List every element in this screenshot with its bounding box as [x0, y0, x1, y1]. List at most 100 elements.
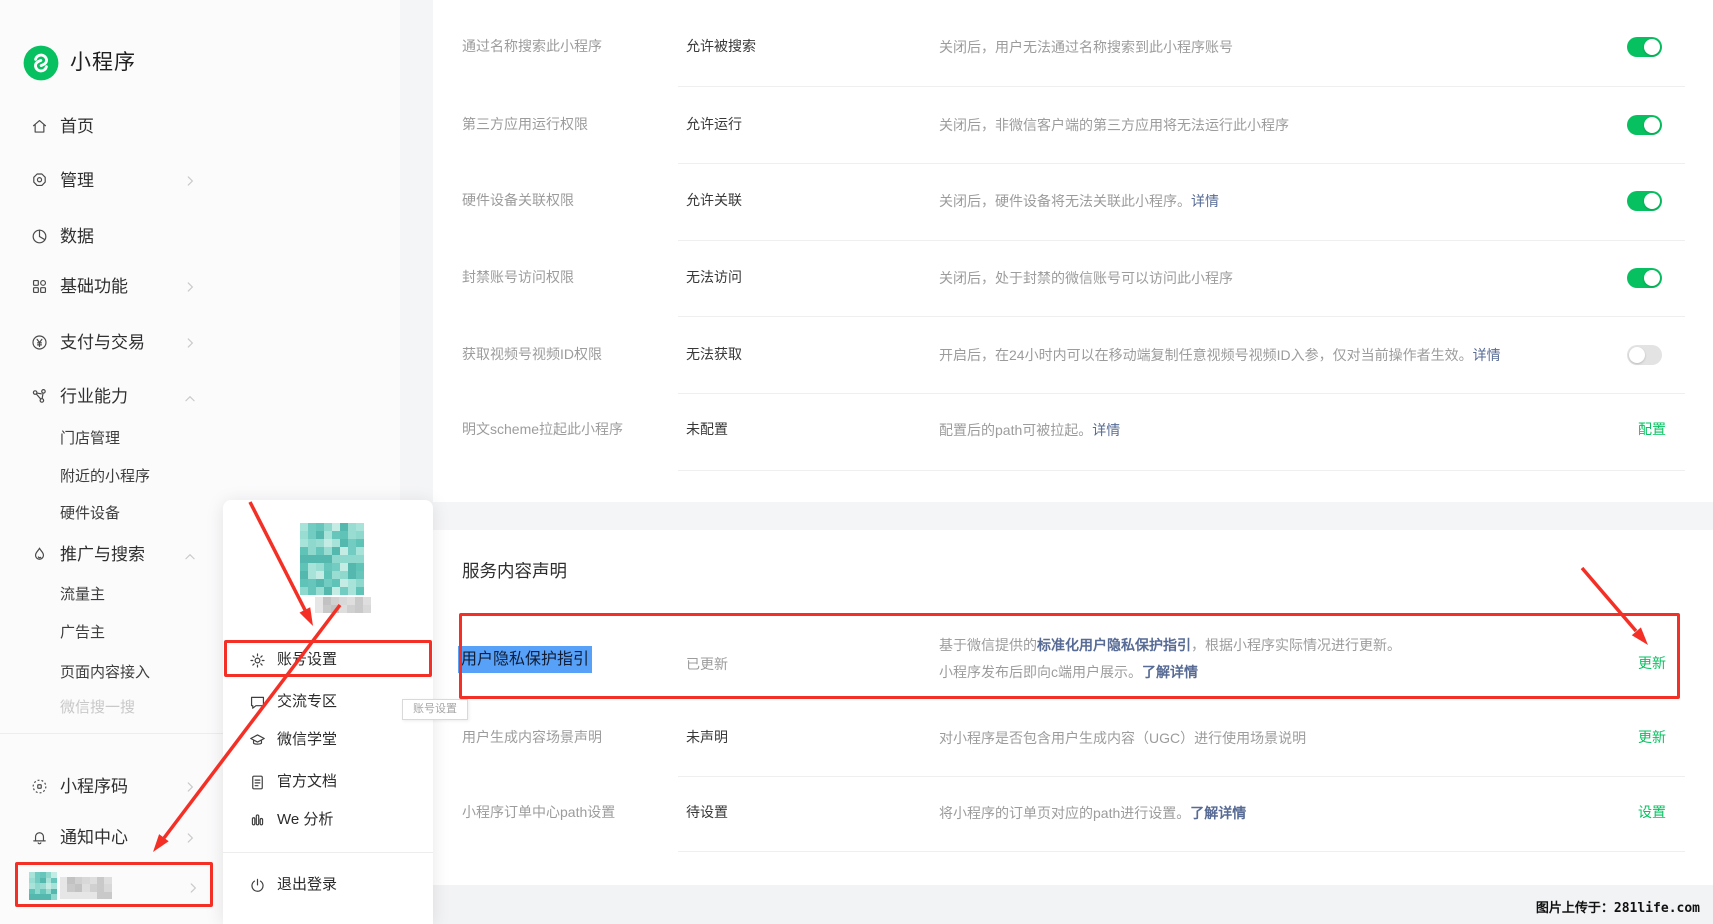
mosaic-cell [356, 579, 364, 587]
sidebar-item-label: 页面内容接入 [60, 655, 150, 691]
sidebar-item-features[interactable]: 基础功能 [0, 269, 400, 305]
permission-desc: 关闭后，处于封禁的微信账号可以访问此小程序 [939, 267, 1233, 289]
hardware-link-toggle[interactable] [1627, 191, 1662, 211]
mosaic-cell [356, 571, 364, 579]
permission-desc: 关闭后，非微信客户端的第三方应用将无法运行此小程序 [939, 114, 1289, 136]
sidebar-item-store-manage[interactable]: 门店管理 [0, 421, 400, 457]
chevron-up-icon [183, 550, 197, 564]
mosaic-cell [324, 555, 332, 563]
details-link[interactable]: 详情 [1473, 347, 1501, 363]
permission-label: 明文scheme拉起此小程序 [462, 419, 623, 439]
mosaic-cell [308, 571, 316, 579]
banned-account-toggle[interactable] [1627, 268, 1662, 288]
mosaic-cell [300, 579, 308, 587]
sidebar-item-label: 首页 [60, 109, 94, 145]
sidebar-item-label: 微信搜一搜 [60, 690, 135, 726]
sidebar-item-label: 数据 [60, 219, 94, 255]
sidebar-item-label: 附近的小程序 [60, 459, 150, 495]
chevron-right-icon [183, 174, 197, 188]
mosaic-cell [348, 563, 356, 571]
desc-text: 关闭后，用户无法通过名称搜索到此小程序账号 [939, 39, 1233, 55]
row-divider [678, 240, 1685, 241]
payment-icon [30, 333, 49, 352]
mosaic-cell [332, 555, 340, 563]
mosaic-cell [331, 597, 339, 605]
industry-icon [30, 387, 49, 406]
mosaic-cell [339, 597, 347, 605]
mosaic-cell [300, 523, 308, 531]
sidebar-item-label: 流量主 [60, 577, 105, 613]
school-icon [248, 731, 267, 750]
mosaic-cell [316, 547, 324, 555]
mosaic-cell [332, 587, 340, 595]
learn-more-link[interactable]: 了解详情 [1190, 805, 1246, 821]
mosaic-cell [323, 597, 331, 605]
sidebar-item-nearby[interactable]: 附近的小程序 [0, 459, 400, 495]
desc-text: 对小程序是否包含用户生成内容（UGC）进行使用场景说明 [939, 730, 1306, 746]
toggle-knob [1644, 270, 1660, 286]
mosaic-cell [355, 605, 363, 613]
data-icon [30, 227, 49, 246]
mosaic-cell [315, 597, 323, 605]
mosaic-cell [340, 587, 348, 595]
mosaic-cell [316, 571, 324, 579]
set-order-path-link[interactable]: 设置 [1611, 802, 1666, 822]
popup-item-we-analytics[interactable]: We 分析 [223, 803, 433, 837]
mosaic-cell [348, 555, 356, 563]
sidebar-item-label: 支付与交易 [60, 325, 145, 361]
sidebar-item-data[interactable]: 数据 [0, 219, 400, 255]
mosaic-cell [308, 547, 316, 555]
details-link[interactable]: 详情 [1092, 422, 1120, 438]
permission-label: 通过名称搜索此小程序 [462, 36, 602, 56]
mosaic-cell [332, 539, 340, 547]
popup-item-label: We 分析 [277, 803, 333, 837]
popup-item-wechat-school[interactable]: 微信学堂 [223, 723, 433, 757]
chevron-right-icon [183, 280, 197, 294]
sidebar-item-home[interactable]: 首页 [0, 109, 400, 145]
mosaic-cell [340, 563, 348, 571]
row-divider [678, 316, 1685, 317]
mosaic-cell [356, 547, 364, 555]
mosaic-cell [356, 587, 364, 595]
permission-label: 封禁账号访问权限 [462, 267, 574, 287]
mosaic-cell [323, 605, 331, 613]
mosaic-cell [324, 563, 332, 571]
chevron-up-icon [183, 392, 197, 406]
mosaic-cell [324, 547, 332, 555]
row-divider [678, 470, 1685, 471]
popup-item-label: 官方文档 [277, 765, 337, 799]
configure-link[interactable]: 配置 [1611, 419, 1666, 439]
ugc-label: 用户生成内容场景声明 [462, 727, 602, 747]
desc-text: 开启后，在24小时内可以在移动端复制任意视频号视频ID入参，仅对当前操作者生效。 [939, 347, 1473, 363]
mosaic-cell [340, 555, 348, 563]
popup-item-label: 退出登录 [277, 868, 337, 902]
sidebar-item-label: 广告主 [60, 615, 105, 651]
permission-value: 允许关联 [686, 190, 742, 210]
mosaic-cell [316, 531, 324, 539]
mosaic-cell [308, 531, 316, 539]
details-link[interactable]: 详情 [1191, 193, 1219, 209]
update-ugc-link[interactable]: 更新 [1611, 727, 1666, 747]
sidebar-item-label: 推广与搜索 [60, 537, 145, 573]
mosaic-cell [348, 587, 356, 595]
desc-text: 配置后的path可被拉起。 [939, 422, 1092, 438]
sidebar-item-payment[interactable]: 支付与交易 [0, 325, 400, 361]
popup-item-official-docs[interactable]: 官方文档 [223, 765, 433, 799]
mosaic-cell [332, 571, 340, 579]
permission-value: 无法获取 [686, 344, 742, 364]
chevron-right-icon [183, 831, 197, 845]
popup-item-logout[interactable]: 退出登录 [223, 868, 433, 902]
video-id-toggle[interactable] [1627, 345, 1662, 365]
mosaic-cell [316, 587, 324, 595]
row-divider [678, 163, 1685, 164]
annotation-box-account-item [15, 862, 213, 907]
sidebar-item-manage[interactable]: 管理 [0, 163, 400, 199]
mosaic-cell [324, 523, 332, 531]
third-party-run-toggle[interactable] [1627, 115, 1662, 135]
mosaic-cell [300, 531, 308, 539]
sidebar-item-industry[interactable]: 行业能力 [0, 379, 400, 415]
mosaic-cell [300, 539, 308, 547]
power-icon [248, 876, 267, 895]
mosaic-cell [340, 539, 348, 547]
search-by-name-toggle[interactable] [1627, 37, 1662, 57]
